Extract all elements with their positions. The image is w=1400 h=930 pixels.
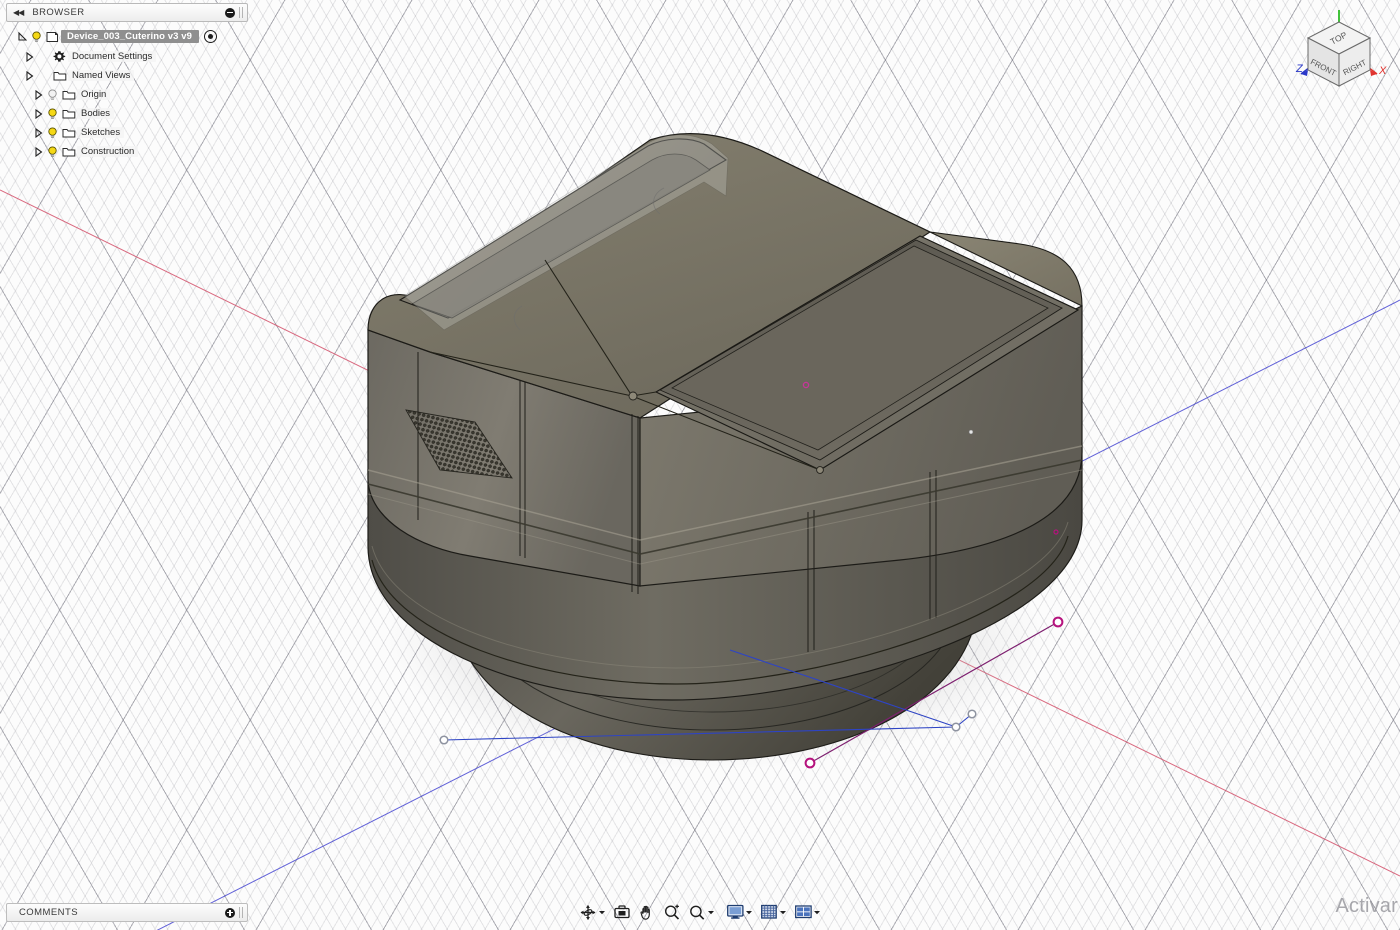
z-axis-label: Z — [1295, 63, 1304, 75]
tree-item-label[interactable]: Bodies — [77, 108, 114, 120]
viewports-button[interactable] — [791, 900, 825, 924]
folder-icon — [60, 146, 77, 158]
lightbulb-on-icon[interactable] — [45, 127, 60, 139]
lightbulb-off-icon[interactable] — [45, 89, 60, 101]
target-dot-icon[interactable] — [204, 30, 217, 43]
view-cube[interactable]: TOP FRONT RIGHT Z X — [1284, 8, 1394, 100]
activation-watermark: Activar — [1335, 895, 1398, 918]
chevron-down-icon[interactable] — [779, 903, 788, 922]
expand-triangle-icon[interactable] — [32, 128, 45, 138]
minus-circle-icon[interactable] — [225, 8, 235, 18]
chevron-down-icon[interactable] — [745, 903, 754, 922]
chevron-down-icon[interactable] — [707, 903, 716, 922]
expand-triangle-icon[interactable] — [23, 52, 36, 62]
zoom-fit-icon[interactable] — [688, 903, 707, 922]
display-settings-button[interactable] — [723, 900, 757, 924]
tree-item-label[interactable]: Sketches — [77, 127, 124, 139]
zoom-button[interactable] — [660, 900, 685, 924]
x-axis-label: X — [1378, 65, 1387, 77]
construction-point — [806, 759, 815, 768]
tree-item-label[interactable]: Document Settings — [68, 51, 156, 63]
expand-triangle-icon[interactable] — [32, 147, 45, 157]
collapse-left-arrows-icon[interactable]: ◀◀ — [13, 9, 23, 17]
chevron-down-icon[interactable] — [598, 903, 607, 922]
browser-tree[interactable]: Device_003_Cuterino v3 v9 Document Setti… — [6, 26, 248, 161]
monitor-icon[interactable] — [726, 903, 745, 922]
look-at-button[interactable] — [610, 900, 635, 924]
lightbulb-on-icon[interactable] — [45, 108, 60, 120]
orbit-button[interactable] — [576, 900, 610, 924]
folder-icon — [51, 70, 68, 82]
grid-snaps-button[interactable] — [757, 900, 791, 924]
tree-row-sketches[interactable]: Sketches — [6, 123, 248, 142]
tree-item-label[interactable]: Named Views — [68, 70, 134, 82]
zoom-fit-button[interactable] — [685, 900, 719, 924]
folder-icon — [60, 108, 77, 120]
construction-point — [1054, 618, 1063, 627]
lightbulb-on-icon[interactable] — [45, 146, 60, 158]
tree-item-label[interactable]: Construction — [77, 146, 138, 158]
construction-point — [952, 723, 960, 731]
browser-title: BROWSER — [32, 7, 84, 18]
pan-hand-icon[interactable] — [638, 903, 657, 922]
look-at-icon[interactable] — [613, 903, 632, 922]
tree-row-named-views[interactable]: Named Views — [6, 66, 248, 85]
construction-point — [968, 710, 976, 718]
expand-triangle-icon[interactable] — [32, 109, 45, 119]
grid-icon[interactable] — [760, 903, 779, 922]
lightbulb-on-icon[interactable] — [29, 31, 44, 43]
chevron-down-icon[interactable] — [813, 903, 822, 922]
document-icon — [44, 31, 61, 43]
tree-row-bodies[interactable]: Bodies — [6, 104, 248, 123]
comments-label: COMMENTS — [19, 907, 78, 918]
expand-triangle-icon[interactable] — [16, 32, 29, 41]
comments-panel[interactable]: COMMENTS — [6, 903, 248, 922]
navigation-toolbar[interactable] — [576, 899, 825, 925]
panel-grip-icon[interactable] — [239, 7, 243, 18]
tree-root-label[interactable]: Device_003_Cuterino v3 v9 — [61, 30, 199, 44]
tree-row-construction[interactable]: Construction — [6, 142, 248, 161]
folder-icon — [60, 89, 77, 101]
plus-circle-icon[interactable] — [225, 908, 235, 918]
zoom-icon[interactable] — [663, 903, 682, 922]
viewports-icon[interactable] — [794, 903, 813, 922]
construction-point — [440, 736, 448, 744]
expand-triangle-icon[interactable] — [23, 71, 36, 81]
panel-grip-icon[interactable] — [239, 907, 243, 918]
expand-triangle-icon[interactable] — [32, 90, 45, 100]
browser-panel[interactable]: ◀◀ BROWSER — [6, 3, 248, 161]
tree-row-origin[interactable]: Origin — [6, 85, 248, 104]
tree-row-root[interactable]: Device_003_Cuterino v3 v9 — [6, 26, 248, 47]
tree-row-document-settings[interactable]: Document Settings — [6, 47, 248, 66]
orbit-icon[interactable] — [579, 903, 598, 922]
folder-icon — [60, 127, 77, 139]
browser-panel-header[interactable]: ◀◀ BROWSER — [6, 3, 248, 22]
gear-icon — [51, 50, 68, 63]
tree-item-label[interactable]: Origin — [77, 89, 110, 101]
pan-button[interactable] — [635, 900, 660, 924]
